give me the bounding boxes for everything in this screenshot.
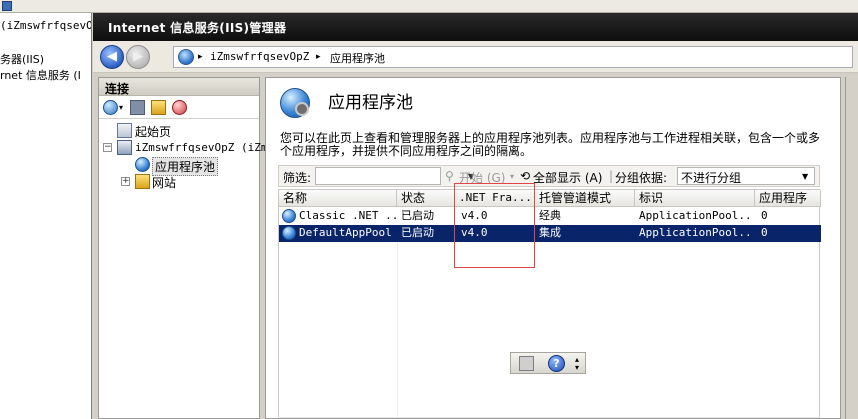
tree-expand-toggle[interactable]: + (121, 177, 130, 186)
cell-pipeline: 经典 (539, 209, 561, 222)
floating-toolbar: ? ▴ ▾ (510, 352, 586, 374)
connections-pane: 连接 ▾ 起始页 − iZmswfrfqsevOpZ (iZm 应用程序池 + … (98, 77, 267, 419)
chevron-down-icon[interactable]: ▾ (119, 100, 127, 115)
page-title: 应用程序池 (328, 93, 413, 113)
cell-applications: 0 (761, 209, 768, 222)
breadcrumb-separator: ▸ (316, 52, 321, 62)
filter-toolbar: 筛选: ▼ ⚲ 开始 (G) ▾ ⟲ 全部显示 (A) | 分组依据: 不进行分… (278, 165, 820, 187)
cell-name: Classic .NET ... (299, 209, 397, 222)
toolbar-separator: | (609, 169, 614, 183)
start-page-icon (117, 123, 132, 138)
connections-title: 连接 (99, 78, 259, 96)
gear-icon (295, 102, 309, 116)
save-icon[interactable] (130, 100, 145, 115)
show-all-icon: ⟲ (520, 169, 531, 183)
forward-arrow-icon: ▶ (133, 49, 143, 64)
background-window-line: 务器(IIS) (0, 53, 45, 66)
title-bar[interactable]: Internet 信息服务(IIS)管理器 (93, 13, 858, 41)
address-row: ◀ ▶ ▸ iZmswfrfqsevOpZ ▸ 应用程序池 (93, 41, 858, 73)
app-pool-icon (135, 157, 150, 172)
highlight-box (454, 183, 535, 268)
cell-status: 已启动 (401, 226, 434, 239)
filter-input[interactable]: ▼ (315, 167, 474, 185)
cell-identity: ApplicationPool... (639, 226, 753, 239)
column-header-status[interactable]: 状态 (397, 190, 455, 207)
address-bar[interactable]: ▸ iZmswfrfqsevOpZ ▸ 应用程序池 (173, 46, 853, 68)
tree-collapse-toggle[interactable]: − (103, 143, 112, 152)
app-pool-globe-icon (280, 88, 310, 118)
app-icon (2, 1, 12, 11)
tree-item-start-page[interactable]: 起始页 (135, 123, 171, 140)
table-row[interactable]: Classic .NET ... 已启动 v4.0 经典 Application… (279, 208, 821, 225)
cell-applications: 0 (761, 226, 768, 239)
back-arrow-icon: ◀ (107, 49, 117, 64)
keyboard-icon[interactable] (519, 356, 534, 371)
group-by-select[interactable]: 不进行分组 ▼ (677, 167, 815, 185)
chevron-down-icon[interactable]: ▼ (802, 169, 808, 185)
background-window-line: (iZmswfrfqsevOp (0, 19, 92, 32)
sites-folder-icon (135, 174, 150, 189)
column-header-name[interactable]: 名称 (279, 190, 397, 207)
cell-name: DefaultAppPool (299, 226, 392, 239)
top-strip (0, 0, 858, 13)
binoculars-icon: ⚲ (445, 169, 454, 183)
group-by-label: 分组依据: (615, 171, 668, 185)
tree-item-server[interactable]: iZmswfrfqsevOpZ (iZm (135, 141, 267, 154)
table-row-selected[interactable]: DefaultAppPool 已启动 v4.0 集成 ApplicationPo… (279, 225, 821, 242)
column-header-pipeline[interactable]: 托管管道模式 (535, 190, 635, 207)
server-icon (178, 49, 194, 65)
column-header-applications[interactable]: 应用程序 (755, 190, 821, 207)
breadcrumb-separator: ▸ (198, 52, 203, 62)
cell-pipeline: 集成 (539, 226, 561, 239)
chevron-down-icon[interactable]: ▾ (510, 172, 514, 181)
cell-identity: ApplicationPool... (639, 209, 753, 222)
background-window-line: rnet 信息服务 (I (0, 69, 81, 82)
breadcrumb-app-pools[interactable]: 应用程序池 (330, 50, 385, 66)
window-title: Internet 信息服务(IIS)管理器 (108, 21, 287, 35)
folder-icon[interactable] (151, 100, 166, 115)
app-pool-icon (282, 226, 296, 240)
forward-button[interactable]: ▶ (126, 45, 150, 69)
app-pool-icon (282, 209, 296, 223)
page-description: 您可以在此页上查看和管理服务器上的应用程序池列表。应用程序池与工作进程相关联，包… (280, 131, 821, 158)
app-pool-list: 名称 状态 .NET Fra... 托管管道模式 标识 应用程序 Classic… (278, 189, 821, 418)
breadcrumb-server[interactable]: iZmswfrfqsevOpZ (210, 50, 309, 63)
disconnect-icon[interactable] (172, 100, 187, 115)
cell-status: 已启动 (401, 209, 434, 222)
more-options-icon[interactable]: ▴ ▾ (573, 356, 581, 372)
help-icon[interactable]: ? (548, 355, 565, 372)
column-divider (397, 242, 398, 418)
tree-item-sites[interactable]: 网站 (152, 174, 176, 191)
background-window: (iZmswfrfqsevOp 务器(IIS) rnet 信息服务 (I (0, 13, 92, 419)
server-icon (117, 140, 132, 155)
show-all-button[interactable]: 全部显示 (A) (533, 169, 602, 186)
back-button[interactable]: ◀ (100, 45, 124, 69)
group-by-value: 不进行分组 (681, 171, 742, 185)
connections-toolbar: ▾ (99, 97, 259, 119)
connect-icon[interactable] (103, 100, 118, 115)
column-header-identity[interactable]: 标识 (635, 190, 755, 207)
actions-pane (845, 77, 858, 419)
filter-label: 筛选: (283, 171, 312, 185)
